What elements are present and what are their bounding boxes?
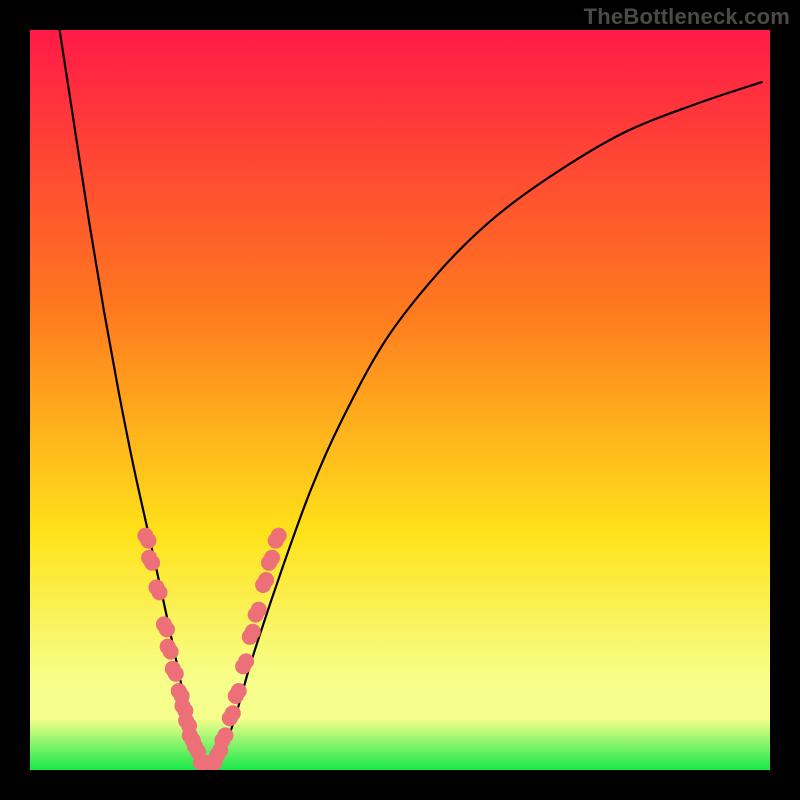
marker-circle <box>185 732 201 748</box>
marker-circle <box>190 744 206 760</box>
marker-dot <box>261 550 280 571</box>
marker-circle <box>160 639 176 655</box>
marker-circle <box>228 688 244 704</box>
marker-dot <box>255 572 274 593</box>
marker-dot <box>222 705 241 726</box>
marker-circle <box>255 577 271 593</box>
marker-dot <box>171 683 190 704</box>
marker-dot <box>187 739 206 760</box>
marker-circle <box>206 755 222 770</box>
marker-circle <box>271 528 287 544</box>
marker-dot <box>235 653 254 674</box>
marker-circle <box>159 621 175 637</box>
marker-dot <box>165 661 184 682</box>
marker-dot <box>242 624 261 645</box>
marker-circle <box>193 755 209 770</box>
marker-dot <box>178 713 197 734</box>
marker-circle <box>171 683 187 699</box>
marker-dot <box>248 602 267 623</box>
marker-circle <box>268 533 284 549</box>
marker-circle <box>245 624 261 640</box>
chart-plot-area <box>30 30 770 770</box>
marker-circle <box>177 703 193 719</box>
marker-circle <box>181 718 197 734</box>
marker-circle <box>258 572 274 588</box>
marker-circle <box>156 616 172 632</box>
marker-circle <box>264 550 280 566</box>
marker-dot <box>149 579 168 600</box>
marker-circle <box>217 727 233 743</box>
watermark-text: TheBottleneck.com <box>584 4 790 30</box>
marker-circle <box>222 710 238 726</box>
marker-circle <box>212 742 228 758</box>
marker-circle <box>137 528 153 544</box>
marker-circle <box>174 688 190 704</box>
marker-circle <box>178 713 194 729</box>
marker-dot <box>193 755 212 770</box>
marker-dot <box>182 727 201 748</box>
marker-dot <box>156 616 175 637</box>
marker-circle <box>165 661 181 677</box>
marker-circle <box>168 666 184 682</box>
marker-circle <box>163 644 179 660</box>
marker-circle <box>225 705 241 721</box>
marker-dot <box>174 698 193 719</box>
marker-dot <box>228 683 247 704</box>
curve-markers <box>137 528 286 770</box>
marker-circle <box>141 550 157 566</box>
marker-circle <box>251 602 267 618</box>
marker-circle <box>235 658 251 674</box>
marker-circle <box>196 755 212 770</box>
marker-circle <box>261 555 277 571</box>
marker-circle <box>203 755 219 770</box>
marker-dot <box>137 528 156 549</box>
marker-circle <box>231 683 247 699</box>
marker-circle <box>149 579 165 595</box>
marker-circle <box>248 607 264 623</box>
marker-circle <box>174 698 190 714</box>
marker-circle <box>140 533 156 549</box>
chart-frame: TheBottleneck.com <box>0 0 800 800</box>
marker-circle <box>187 739 203 755</box>
chart-svg <box>30 30 770 770</box>
marker-circle <box>209 747 225 763</box>
marker-dot <box>141 550 160 571</box>
marker-circle <box>214 732 230 748</box>
marker-dot <box>268 528 287 549</box>
marker-dot <box>203 755 222 770</box>
marker-dot <box>160 639 179 660</box>
marker-circle <box>238 653 254 669</box>
marker-circle <box>152 584 168 600</box>
marker-dot <box>214 727 233 748</box>
bottleneck-curve <box>60 30 763 770</box>
marker-circle <box>242 629 258 645</box>
marker-dot <box>209 742 228 763</box>
marker-circle <box>144 555 160 571</box>
marker-circle <box>182 727 198 743</box>
